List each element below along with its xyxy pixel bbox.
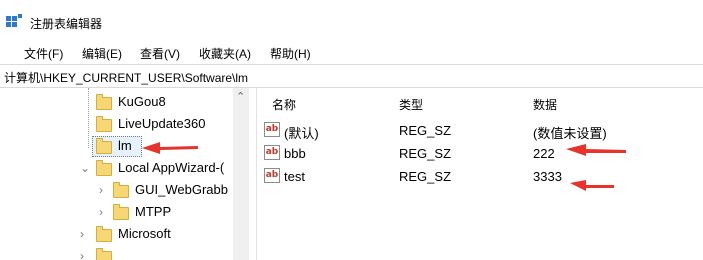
tree-item-label: LiveUpdate360 (118, 116, 206, 131)
folder-icon (96, 160, 112, 176)
folder-icon (96, 226, 112, 242)
address-bar[interactable]: 计算机\HKEY_CURRENT_USER\Software\lm (0, 64, 703, 88)
tree-item-label: Local AppWizard-( (118, 160, 225, 175)
annotation-arrow-icon (566, 144, 626, 156)
menu-bar: 文件(F) 编辑(E) 查看(V) 收藏夹(A) 帮助(H) (0, 40, 703, 64)
scroll-up-icon[interactable]: ⌃ (236, 90, 245, 103)
column-header-name[interactable]: 名称 (272, 96, 296, 113)
tree-item-partial[interactable]: › (0, 246, 240, 260)
folder-icon (113, 204, 129, 220)
value-row[interactable]: ab test REG_SZ 3333 (262, 166, 703, 188)
value-row[interactable]: ab bbb REG_SZ 222 (262, 143, 703, 165)
values-list: 名称 类型 数据 ab (默认) REG_SZ (数值未设置) ab bbb R… (262, 88, 703, 260)
tree-item-label: KuGou8 (118, 94, 166, 109)
registry-editor-icon (6, 14, 22, 27)
tree-item-label: MTPP (135, 204, 172, 219)
string-value-icon: ab (264, 168, 280, 183)
tree-item-lm[interactable]: lm (0, 136, 240, 158)
menu-view[interactable]: 查看(V) (140, 45, 180, 62)
chevron-right-icon[interactable]: › (80, 249, 84, 260)
value-data: (数值未设置) (533, 126, 607, 141)
value-type: REG_SZ (399, 146, 452, 161)
column-header-data[interactable]: 数据 (533, 96, 557, 113)
folder-icon (96, 116, 112, 132)
folder-open-icon (96, 138, 112, 154)
menu-file[interactable]: 文件(F) (24, 45, 63, 62)
folder-icon (96, 248, 112, 260)
string-value-icon: ab (264, 145, 280, 160)
tree-item-liveupdate360[interactable]: LiveUpdate360 (0, 114, 240, 136)
value-type: REG_SZ (399, 169, 452, 184)
tree-item-gui-webgrabb[interactable]: › GUI_WebGrabb (0, 180, 240, 202)
folder-icon (113, 182, 129, 198)
tree-item-microsoft[interactable]: › Microsoft (0, 224, 240, 246)
value-name: bbb (284, 146, 306, 161)
value-name: test (284, 169, 305, 184)
menu-help[interactable]: 帮助(H) (270, 45, 311, 62)
tree-item-kugou8[interactable]: KuGou8 (0, 92, 240, 114)
tree-item-local-appwizard[interactable]: ⌄ Local AppWizard-( (0, 158, 240, 180)
value-type: REG_SZ (399, 123, 452, 138)
value-name: (默认) (284, 126, 319, 141)
menu-favorites[interactable]: 收藏夹(A) (199, 45, 251, 62)
pane-divider[interactable] (256, 88, 257, 260)
chevron-right-icon[interactable]: › (99, 183, 103, 197)
menu-edit[interactable]: 编辑(E) (82, 45, 122, 62)
folder-icon (96, 94, 112, 110)
tree-item-label: Microsoft (118, 226, 171, 241)
annotation-arrow-icon (142, 142, 198, 154)
chevron-right-icon[interactable]: › (80, 227, 84, 241)
annotation-arrow-icon (570, 180, 614, 191)
tree-item-label: GUI_WebGrabb (135, 182, 228, 197)
chevron-down-icon[interactable]: ⌄ (80, 161, 90, 175)
string-value-icon: ab (264, 122, 280, 137)
chevron-right-icon[interactable]: › (99, 205, 103, 219)
value-data: 3333 (533, 169, 562, 184)
value-row[interactable]: ab (默认) REG_SZ (数值未设置) (262, 120, 703, 142)
tree-scrollbar[interactable]: ⌃ (233, 88, 249, 260)
tree-item-label: lm (118, 138, 132, 153)
title-bar: 注册表编辑器 (0, 0, 703, 40)
column-header-type[interactable]: 类型 (399, 96, 423, 113)
address-path: 计算机\HKEY_CURRENT_USER\Software\lm (4, 71, 249, 85)
key-tree: KuGou8 LiveUpdate360 lm ⌄ Local AppWizar… (0, 88, 256, 260)
tree-item-mtpp[interactable]: › MTPP (0, 202, 240, 224)
value-data: 222 (533, 146, 555, 161)
window-title: 注册表编辑器 (30, 17, 103, 31)
